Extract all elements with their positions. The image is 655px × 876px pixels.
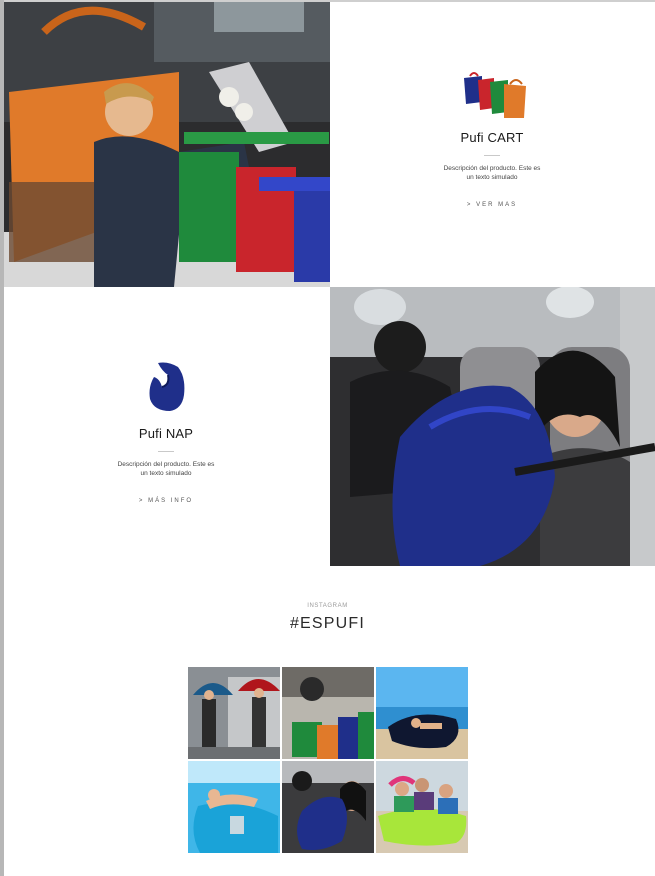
instagram-grid [188,667,468,853]
instagram-photo-lounger-beach[interactable] [376,667,468,759]
nap-photo-illustration [330,287,655,566]
instagram-label: INSTAGRAM [307,603,348,609]
product-title: Pufi NAP [138,426,194,441]
nap-product-info: Pufi NAP Descripción del producto. Este … [66,426,266,504]
instagram-photo-inflatable-water[interactable] [188,761,280,853]
description-line-2: un texto simulado [466,173,518,181]
cart-photo-illustration [4,2,330,287]
product-title: Pufi CART [460,130,524,145]
description-line-1: Descripción del producto. Este es [117,461,215,468]
instagram-photo-cart-bags[interactable] [282,667,374,759]
instagram-photo-umbrellas[interactable] [188,667,280,759]
description-line-2: un texto simulado [140,469,192,477]
pillow-icon [149,362,185,411]
nap-product-photo [330,287,655,566]
cart-bags-icon [464,72,526,118]
description-line-1: Descripción del producto. Este es [443,165,541,172]
title-divider [158,451,174,452]
cart-product-photo [4,2,330,287]
instagram-photo-nap-pillow[interactable] [282,761,374,853]
instagram-hashtag: #ESPUFI [289,615,366,632]
instagram-photo-friends-lounger[interactable] [376,761,468,853]
ver-mas-link[interactable]: > VER MAS [392,202,592,208]
cart-product-info: Pufi CART Descripción del producto. Este… [392,130,592,208]
product-description: Descripción del producto. Este es un tex… [392,165,592,182]
product-description: Descripción del producto. Este es un tex… [66,461,266,478]
mas-info-link[interactable]: > MÁS INFO [66,498,266,504]
title-divider [484,155,500,156]
cart-product-panel: Pufi CART Descripción del producto. Este… [330,2,655,287]
nap-product-panel: Pufi NAP Descripción del producto. Este … [4,287,330,566]
